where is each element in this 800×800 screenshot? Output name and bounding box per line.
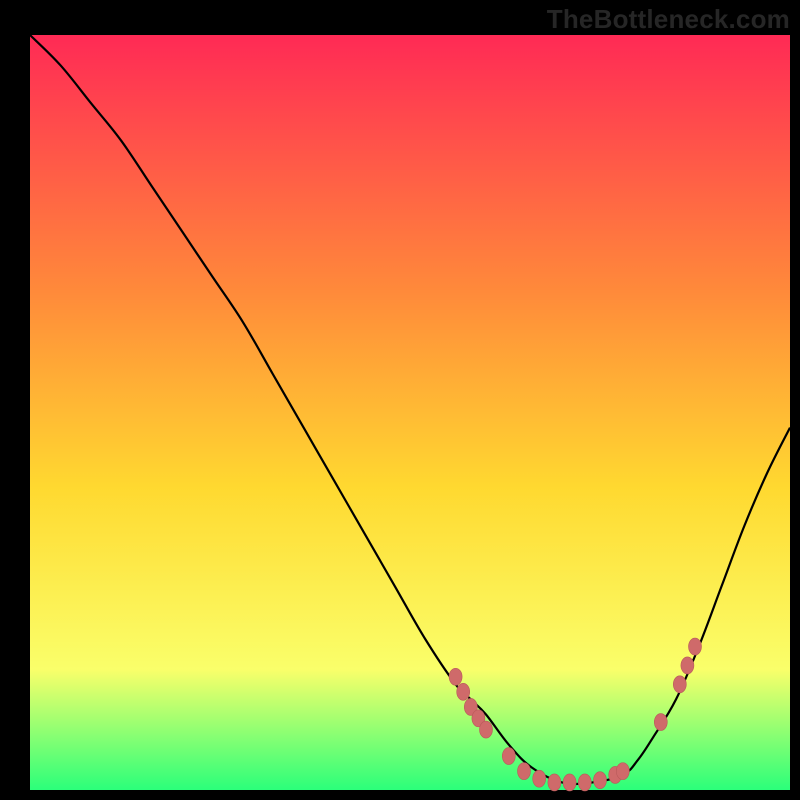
curve-marker xyxy=(673,676,686,693)
chart-svg xyxy=(0,0,800,800)
curve-marker xyxy=(616,763,629,780)
curve-marker xyxy=(518,763,531,780)
curve-marker xyxy=(563,774,576,791)
curve-marker xyxy=(457,683,470,700)
curve-marker xyxy=(548,774,561,791)
curve-marker xyxy=(681,657,694,674)
curve-marker xyxy=(480,721,493,738)
curve-marker xyxy=(533,770,546,787)
curve-marker xyxy=(578,774,591,791)
chart-stage: TheBottleneck.com xyxy=(0,0,800,800)
curve-marker xyxy=(502,748,515,765)
watermark-text: TheBottleneck.com xyxy=(547,4,790,35)
curve-marker xyxy=(594,772,607,789)
curve-marker xyxy=(654,714,667,731)
curve-marker xyxy=(449,668,462,685)
plot-area xyxy=(30,35,790,790)
curve-marker xyxy=(689,638,702,655)
